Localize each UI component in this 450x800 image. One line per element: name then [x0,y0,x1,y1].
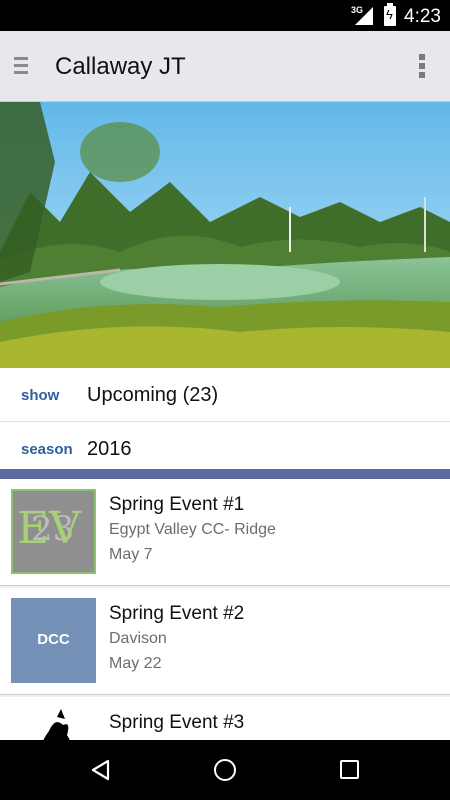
event-date: May 7 [109,546,153,563]
navigation-bar [0,740,450,800]
page-title: Callaway JT [55,53,186,80]
recents-icon[interactable] [340,760,359,779]
more-vert-icon[interactable] [419,54,427,82]
app-bar: Callaway JT [0,31,450,102]
filter-season-row[interactable]: season 2016 [0,422,450,476]
menu-icon[interactable] [14,57,32,77]
filter-value[interactable]: Upcoming (23) [87,384,218,407]
filter-label: season [21,441,73,458]
back-icon[interactable] [90,759,110,781]
golf-course-photo [0,102,450,368]
logo-letters: EV [17,503,81,554]
event-logo: 23 EV [11,489,96,574]
home-icon[interactable] [214,759,236,781]
filter-show-row[interactable]: show Upcoming (23) [0,368,450,422]
event-venue: Egypt Valley CC- Ridge [109,521,276,538]
event-date: May 22 [109,655,162,672]
status-bar: 3G ϟ 4:23 [0,0,450,31]
event-logo: DCC [11,598,96,683]
accent-divider [0,469,450,479]
event-name: Spring Event #2 [109,603,245,624]
list-item[interactable]: Spring Event #3 [0,697,450,740]
logo-letters: DCC [37,631,70,648]
filter-panel: show Upcoming (23) season 2016 [0,368,450,476]
event-name: Spring Event #1 [109,494,245,515]
clock: 4:23 [404,6,441,27]
filter-value[interactable]: 2016 [87,438,132,461]
event-name: Spring Event #3 [109,712,245,733]
event-venue: Davison [109,630,167,647]
bolt-icon: ϟ [386,7,393,22]
signal-icon [355,7,373,25]
filter-label: show [21,387,60,404]
event-list[interactable]: 23 EV Spring Event #1 Egypt Valley CC- R… [0,479,450,740]
event-logo [11,707,96,740]
list-item[interactable]: DCC Spring Event #2 Davison May 22 [0,588,450,695]
list-item[interactable]: 23 EV Spring Event #1 Egypt Valley CC- R… [0,479,450,586]
